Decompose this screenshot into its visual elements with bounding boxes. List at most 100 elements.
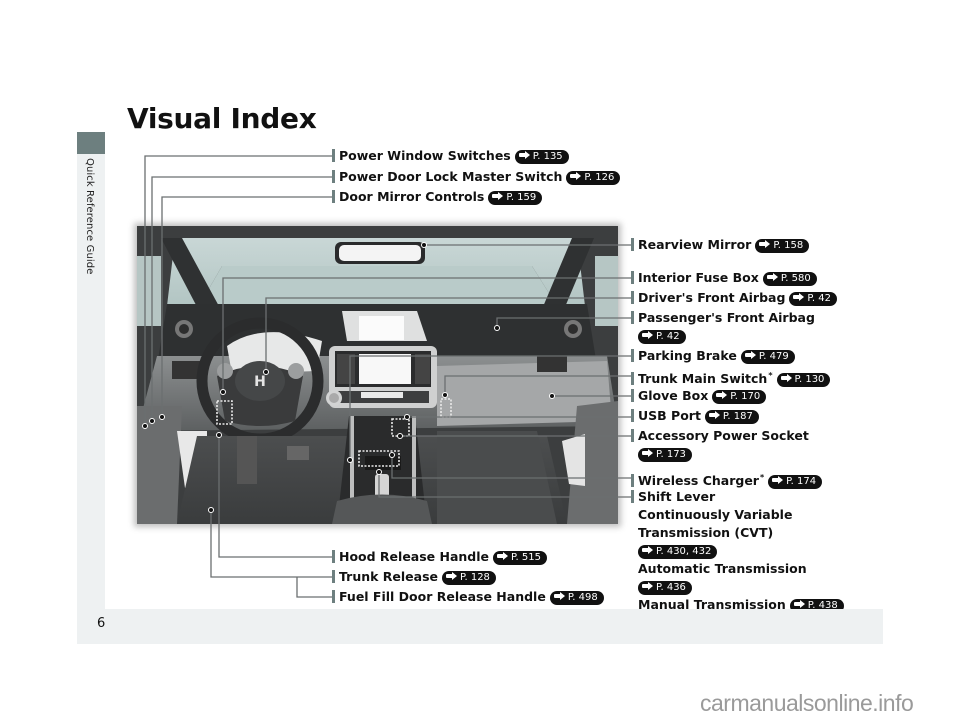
callout-label: Passenger's Front Airbag bbox=[638, 310, 815, 325]
callout-tick bbox=[631, 490, 634, 503]
section-tab-label[interactable]: Quick Reference Guide bbox=[84, 158, 95, 274]
callout-tick bbox=[332, 149, 335, 162]
arrow-right-icon bbox=[642, 546, 654, 554]
callout-label: Trunk Main Switch bbox=[638, 371, 768, 386]
arrow-right-icon bbox=[497, 552, 509, 560]
dashboard-drawing: H bbox=[137, 226, 618, 524]
page-ref-text: P. 430, 432 bbox=[656, 546, 712, 557]
page-ref-text: P. 173 bbox=[656, 449, 686, 460]
arrow-right-icon bbox=[780, 374, 793, 382]
page-ref-badge[interactable]: P. 430, 432 bbox=[638, 545, 718, 559]
callout-hood-release-handle[interactable]: Hood Release Handle P. 515 bbox=[332, 548, 547, 566]
page-ref-badge[interactable]: P. 515 bbox=[493, 551, 547, 565]
page-title: Visual Index bbox=[127, 102, 317, 135]
arrow-right-icon bbox=[570, 172, 582, 180]
callout-rearview-mirror[interactable]: Rearview Mirror P. 158 bbox=[631, 236, 810, 254]
callout-label: Rearview Mirror bbox=[638, 237, 752, 252]
page-ref-badge[interactable]: P. 42 bbox=[789, 292, 837, 306]
page-ref-text: P. 130 bbox=[794, 374, 825, 385]
page-number: 6 bbox=[97, 616, 106, 631]
arrow-right-icon bbox=[553, 592, 566, 600]
callout-tick bbox=[631, 271, 634, 284]
arrow-right-icon bbox=[642, 331, 654, 339]
arrow-right-icon bbox=[793, 600, 806, 608]
callout-fuel-fill-door-release-handle[interactable]: Fuel Fill Door Release Handle P. 498 bbox=[332, 588, 604, 606]
callout-trunk-main-switch[interactable]: Trunk Main Switch* P. 130 bbox=[631, 367, 831, 388]
callout-accessory-power-socket[interactable]: Accessory Power Socket P. 173 bbox=[631, 427, 809, 463]
arrow-right-icon bbox=[793, 293, 805, 301]
page-ref-badge[interactable]: P. 130 bbox=[776, 373, 831, 387]
shift-automatic-label: Automatic Transmission bbox=[638, 561, 807, 576]
callout-label: Door Mirror Controls bbox=[339, 189, 485, 204]
callout-wireless-charger[interactable]: Wireless Charger* P. 174 bbox=[631, 469, 823, 490]
callout-passengers-front-airbag[interactable]: Passenger's Front Airbag P. 42 bbox=[631, 309, 815, 345]
page-ref-badge[interactable]: P. 479 bbox=[740, 350, 795, 364]
page-ref-badge[interactable]: P. 173 bbox=[638, 448, 692, 462]
callout-tick bbox=[332, 590, 335, 603]
callout-usb-port[interactable]: USB Port P. 187 bbox=[631, 407, 759, 425]
arrow-right-icon bbox=[492, 192, 504, 200]
page-ref-badge[interactable]: P. 174 bbox=[768, 475, 823, 489]
page-ref-text: P. 159 bbox=[506, 192, 537, 203]
page-ref-text: P. 174 bbox=[786, 476, 817, 487]
shift-cvt-line1: Continuously Variable bbox=[638, 507, 793, 522]
arrow-right-icon bbox=[708, 411, 721, 419]
callout-label: Interior Fuse Box bbox=[638, 270, 759, 285]
callout-label: Parking Brake bbox=[638, 348, 737, 363]
page-ref-badge[interactable]: P. 42 bbox=[638, 330, 686, 344]
callout-label: Power Door Lock Master Switch bbox=[339, 169, 563, 184]
watermark: carmanualsonline.info bbox=[700, 690, 914, 716]
page-ref-badge[interactable]: P. 498 bbox=[549, 591, 604, 605]
callout-label: Fuel Fill Door Release Handle bbox=[339, 589, 546, 604]
page-ref-badge[interactable]: P. 158 bbox=[755, 239, 810, 253]
callout-label: Driver's Front Airbag bbox=[638, 290, 786, 305]
footer-band bbox=[78, 609, 883, 644]
page-ref-text: P. 128 bbox=[460, 572, 490, 583]
page-ref-badge[interactable]: P. 170 bbox=[712, 390, 767, 404]
callout-tick bbox=[631, 389, 634, 402]
callout-tick bbox=[631, 238, 634, 251]
callout-tick bbox=[631, 474, 634, 487]
callout-label: Shift Lever bbox=[638, 489, 716, 504]
arrow-right-icon bbox=[518, 151, 531, 159]
callout-tick bbox=[631, 311, 634, 324]
page-ref-text: P. 515 bbox=[511, 552, 541, 563]
callout-power-window-switches[interactable]: Power Window Switches P. 135 bbox=[332, 147, 569, 165]
optional-mark: * bbox=[768, 371, 773, 380]
callout-shift-lever[interactable]: Shift Lever Continuously Variable Transm… bbox=[631, 488, 844, 614]
page-ref-text: P. 436 bbox=[656, 582, 686, 593]
page-ref-text: P. 170 bbox=[730, 391, 761, 402]
callout-label: Wireless Charger bbox=[638, 473, 759, 488]
callout-parking-brake[interactable]: Parking Brake P. 479 bbox=[631, 347, 795, 365]
shift-cvt-line2: Transmission (CVT) bbox=[638, 525, 774, 540]
callout-interior-fuse-box[interactable]: Interior Fuse Box P. 580 bbox=[631, 269, 817, 287]
callout-power-door-lock-master-switch[interactable]: Power Door Lock Master Switch P. 126 bbox=[332, 168, 621, 186]
car-interior-illustration: H bbox=[137, 226, 618, 524]
page-ref-badge[interactable]: P. 580 bbox=[762, 272, 817, 286]
callout-tick bbox=[631, 409, 634, 422]
page-ref-text: P. 126 bbox=[584, 172, 615, 183]
arrow-right-icon bbox=[772, 476, 784, 484]
page-ref-badge[interactable]: P. 187 bbox=[704, 410, 759, 424]
page-ref-badge[interactable]: P. 159 bbox=[488, 191, 543, 205]
page-ref-badge[interactable]: P. 128 bbox=[442, 571, 496, 585]
callout-tick bbox=[631, 291, 634, 304]
callout-tick bbox=[332, 570, 335, 583]
callout-glove-box[interactable]: Glove Box P. 170 bbox=[631, 387, 767, 405]
callout-drivers-front-airbag[interactable]: Driver's Front Airbag P. 42 bbox=[631, 289, 837, 307]
page-ref-text: P. 42 bbox=[807, 293, 831, 304]
arrow-right-icon bbox=[766, 273, 779, 281]
callout-trunk-release[interactable]: Trunk Release P. 128 bbox=[332, 568, 496, 586]
page-ref-text: P. 479 bbox=[758, 351, 789, 362]
honda-emblem: H bbox=[254, 374, 266, 390]
arrow-right-icon bbox=[446, 572, 458, 580]
callout-label: USB Port bbox=[638, 408, 701, 423]
page-ref-badge[interactable]: P. 126 bbox=[566, 171, 621, 185]
arrow-right-icon bbox=[642, 449, 654, 457]
page-ref-badge[interactable]: P. 135 bbox=[514, 150, 569, 164]
section-tab-marker bbox=[77, 132, 105, 154]
page-ref-badge[interactable]: P. 436 bbox=[638, 581, 692, 595]
callout-door-mirror-controls[interactable]: Door Mirror Controls P. 159 bbox=[332, 188, 543, 206]
arrow-right-icon bbox=[716, 391, 728, 399]
callout-label: Hood Release Handle bbox=[339, 549, 490, 564]
